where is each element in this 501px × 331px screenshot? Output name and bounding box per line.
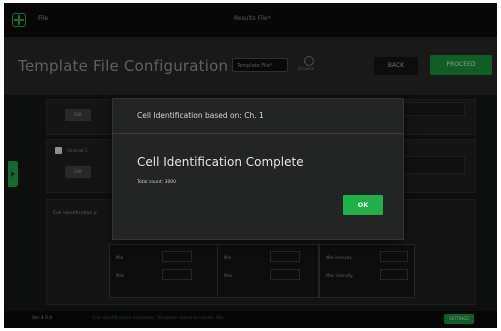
dialog-title: Cell Identification based on: Ch. 1 — [137, 111, 264, 120]
application-window: File Results File* Template File Configu… — [4, 3, 497, 328]
dialog-heading: Cell Identification Complete — [137, 155, 304, 169]
dialog-header: Cell Identification based on: Ch. 1 — [113, 99, 403, 134]
ok-button[interactable]: OK — [343, 195, 383, 215]
cell-identification-dialog: Cell Identification based on: Ch. 1 Cell… — [112, 98, 404, 240]
total-count: Total count: 3000 — [137, 180, 177, 185]
